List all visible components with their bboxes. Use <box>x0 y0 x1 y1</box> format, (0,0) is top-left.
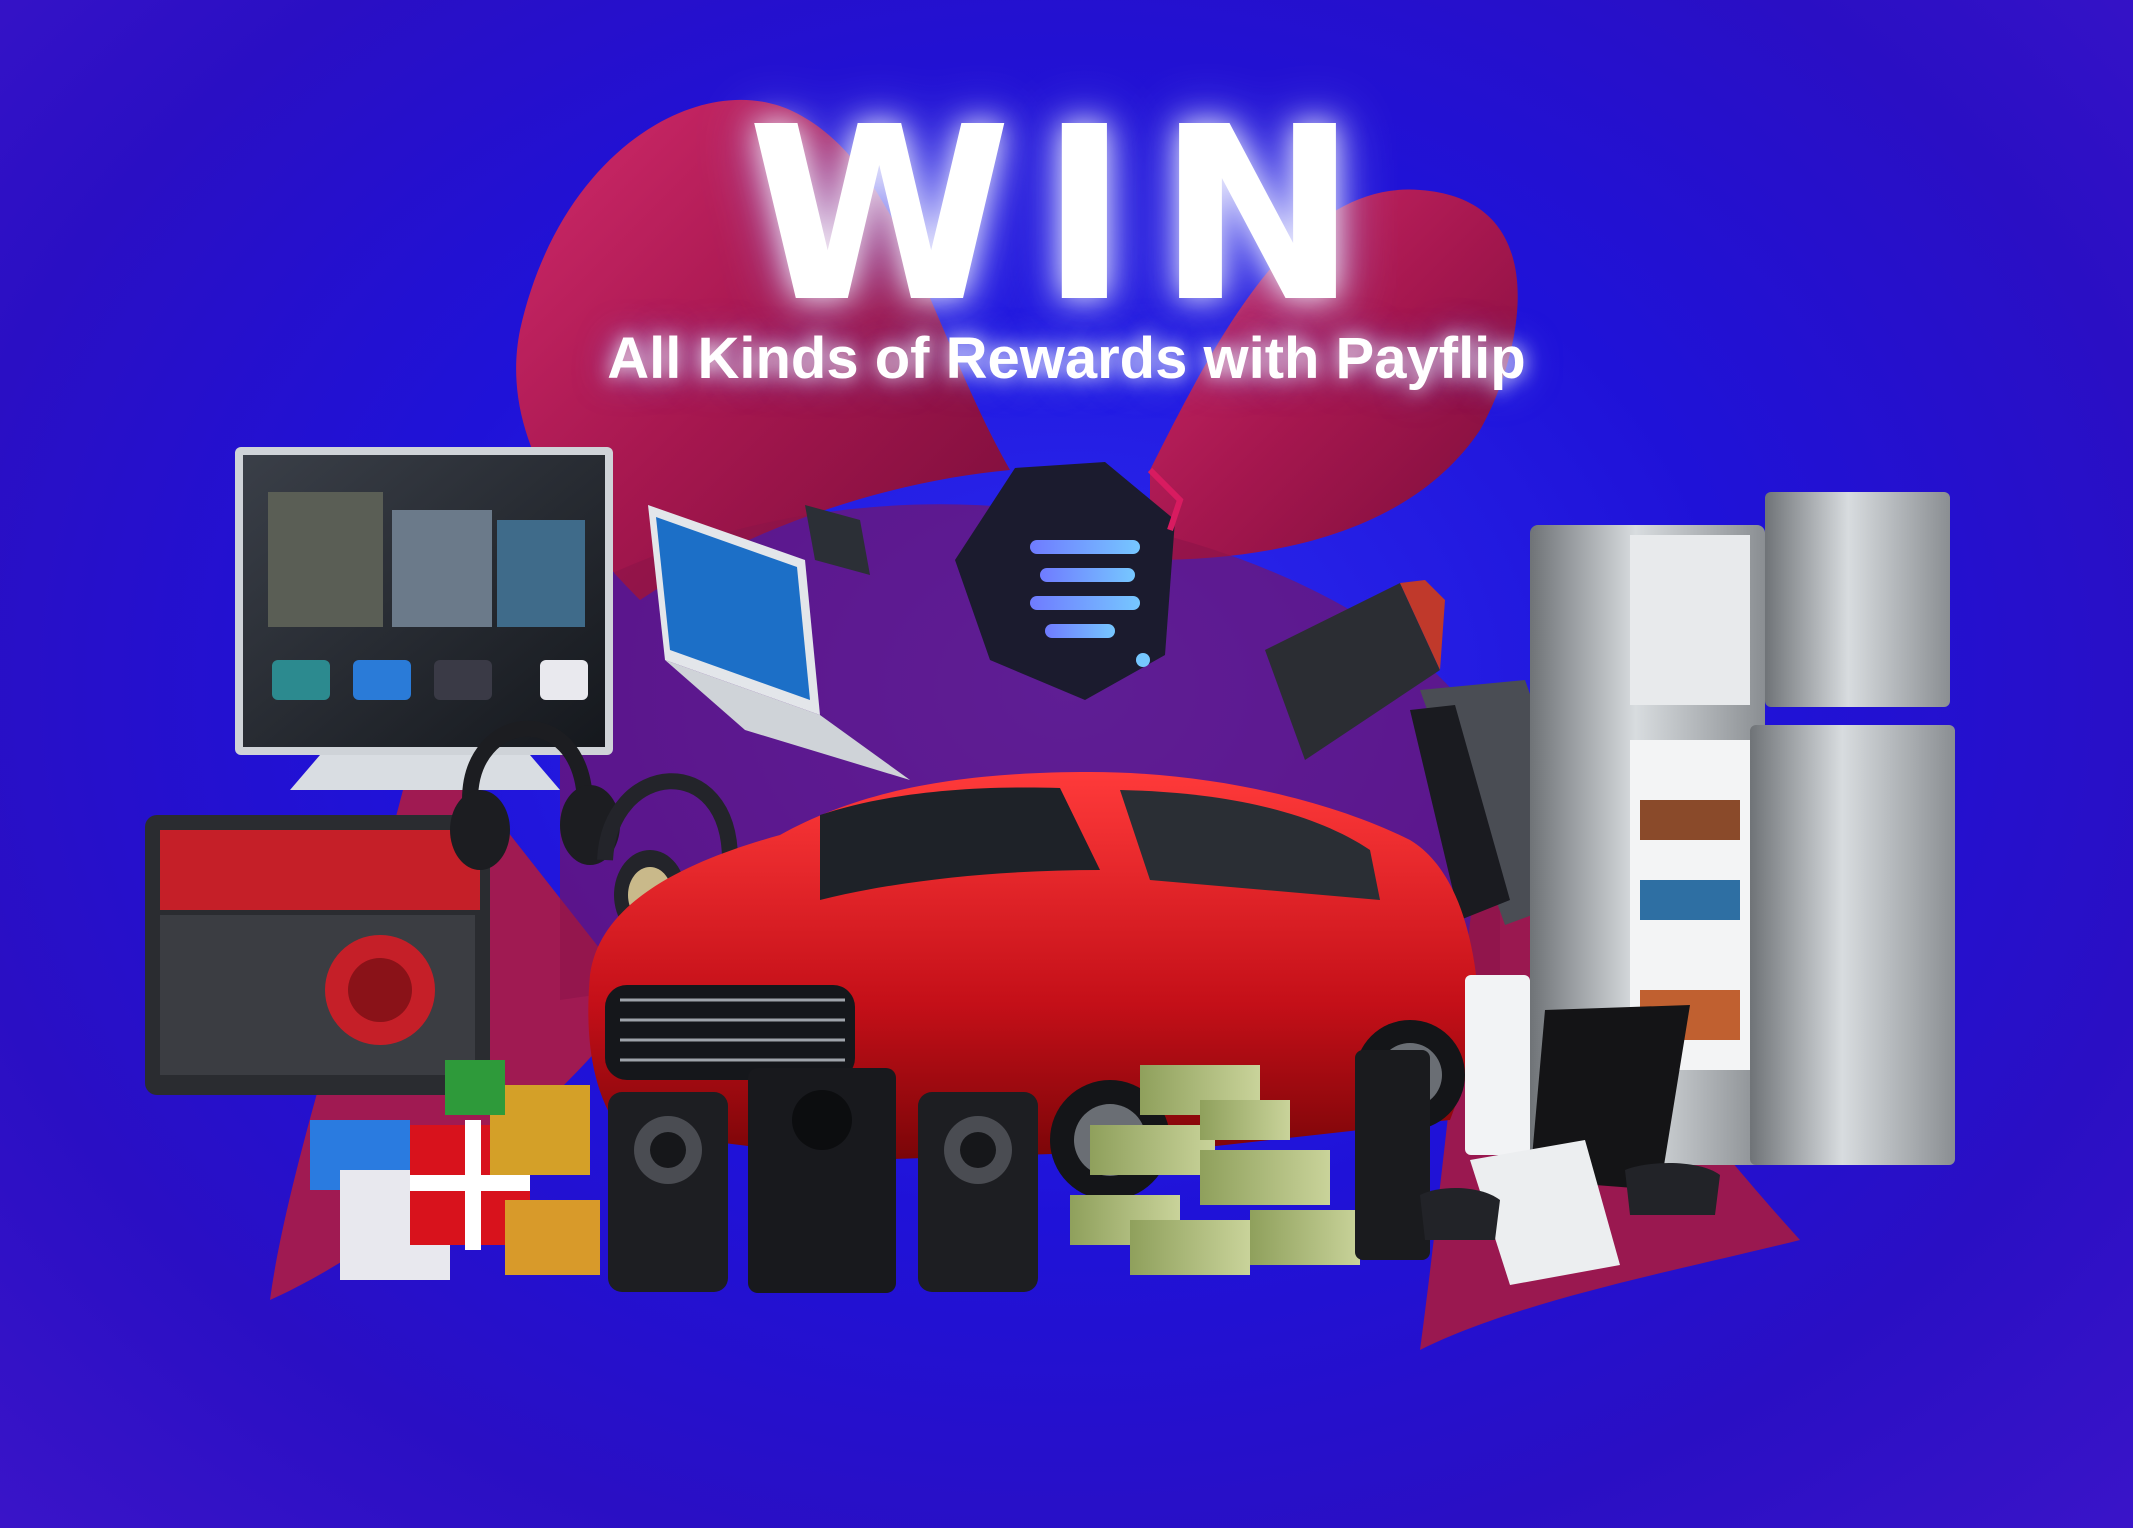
speaker-system <box>608 1068 1038 1293</box>
generator <box>145 815 490 1095</box>
rewards-tagline: All Kinds of Rewards with Payflip <box>607 326 1526 391</box>
win-headline: WIN <box>747 75 1386 355</box>
